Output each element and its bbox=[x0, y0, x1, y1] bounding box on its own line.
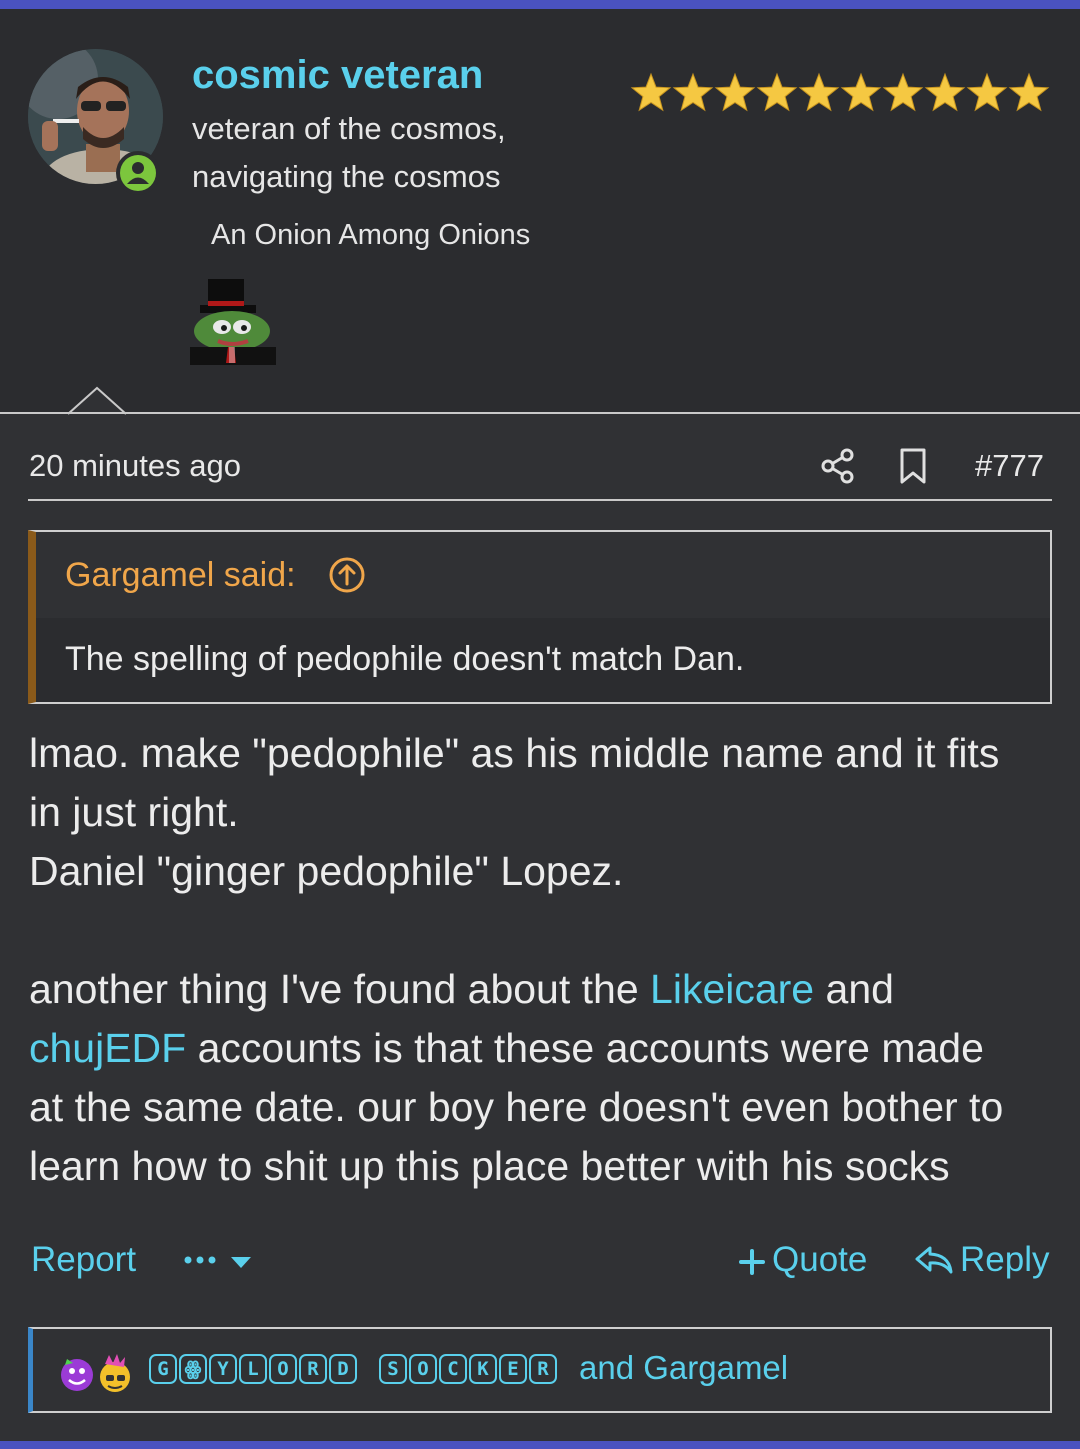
name-letter-badge: R bbox=[529, 1354, 557, 1384]
name-letter-badge: K bbox=[469, 1354, 497, 1384]
quote-button[interactable]: Quote bbox=[738, 1240, 867, 1280]
message-line: chujEDF accounts is that these accounts … bbox=[29, 1019, 1049, 1078]
post-message: lmao. make "pedophile" as his middle nam… bbox=[29, 724, 1049, 1196]
quote-header[interactable]: Gargamel said: bbox=[36, 532, 1050, 618]
name-letter-badge: E bbox=[499, 1354, 527, 1384]
message-line: in just right. bbox=[29, 789, 239, 835]
name-letter-badge: S bbox=[379, 1354, 407, 1384]
quote-block: Gargamel said: The spelling of pedophile… bbox=[28, 530, 1052, 704]
quote-author[interactable]: Gargamel said: bbox=[65, 556, 296, 595]
post-timestamp[interactable]: 20 minutes ago bbox=[29, 448, 241, 484]
name-letter-badge: G bbox=[149, 1354, 177, 1384]
reaction-emoji-icons bbox=[61, 1354, 130, 1392]
share-icon[interactable] bbox=[818, 446, 858, 486]
user-mention-link[interactable]: chujEDF bbox=[29, 1025, 186, 1071]
message-text: accounts is that these accounts were mad… bbox=[186, 1025, 984, 1071]
circle-arrow-up-icon[interactable] bbox=[328, 556, 366, 594]
header-divider bbox=[0, 412, 1080, 414]
reply-button[interactable]: Reply bbox=[914, 1240, 1049, 1280]
frog-badge-image bbox=[190, 277, 276, 365]
star-icon bbox=[924, 72, 966, 112]
user-icon bbox=[127, 162, 149, 184]
user-banner: An Onion Among Onions bbox=[211, 219, 531, 251]
reaction-users-suffix[interactable]: and Gargamel bbox=[579, 1349, 788, 1387]
name-letter-badge: O bbox=[269, 1354, 297, 1384]
reply-button-label: Reply bbox=[960, 1240, 1050, 1279]
name-letter-badge: O bbox=[409, 1354, 437, 1384]
reaction-user-name-part1[interactable]: GꙮYLORD bbox=[149, 1354, 357, 1384]
message-text: and bbox=[814, 966, 894, 1012]
rating-stars bbox=[630, 72, 1050, 112]
star-icon bbox=[1008, 72, 1050, 112]
quote-text: The spelling of pedophile doesn't match … bbox=[65, 640, 745, 678]
name-letter-badge: Y bbox=[209, 1354, 237, 1384]
quote-button-label: Quote bbox=[772, 1240, 868, 1279]
username[interactable]: cosmic veteran bbox=[192, 53, 483, 98]
top-accent-bar bbox=[0, 0, 1080, 9]
post-number[interactable]: #777 bbox=[975, 448, 1044, 484]
name-letter-badge: ꙮ bbox=[179, 1354, 207, 1384]
star-icon bbox=[714, 72, 756, 112]
bottom-accent-bar bbox=[0, 1441, 1080, 1449]
user-header: cosmic veteran veteran of the cosmos, na… bbox=[0, 9, 1080, 412]
name-letter-badge: L bbox=[239, 1354, 267, 1384]
message-line: Daniel "ginger pedophile" Lopez. bbox=[29, 848, 624, 894]
user-mention-link[interactable]: Likeicare bbox=[650, 966, 814, 1012]
message-line: at the same date. our boy here doesn't e… bbox=[29, 1084, 1004, 1130]
quote-body: The spelling of pedophile doesn't match … bbox=[36, 618, 1050, 702]
name-letter-badge: R bbox=[299, 1354, 327, 1384]
plus-icon bbox=[739, 1249, 765, 1275]
star-icon bbox=[672, 72, 714, 112]
star-icon bbox=[840, 72, 882, 112]
reaction-user-name-part2[interactable]: SOCKER bbox=[379, 1354, 557, 1384]
user-title-line2: navigating the cosmos bbox=[192, 159, 501, 194]
star-icon bbox=[882, 72, 924, 112]
more-options-button[interactable] bbox=[184, 1248, 256, 1276]
star-icon bbox=[798, 72, 840, 112]
message-text: another thing I've found about the bbox=[29, 966, 651, 1012]
name-letter-badge: D bbox=[329, 1354, 357, 1384]
reactions-bar[interactable]: GꙮYLORD SOCKER and Gargamel bbox=[28, 1327, 1052, 1413]
star-icon bbox=[966, 72, 1008, 112]
name-letter-badge: C bbox=[439, 1354, 467, 1384]
user-title-line1: veteran of the cosmos, bbox=[192, 111, 506, 146]
report-button[interactable]: Report bbox=[31, 1240, 136, 1280]
star-icon bbox=[630, 72, 672, 112]
post-meta-divider bbox=[28, 499, 1052, 501]
reply-arrow-icon bbox=[915, 1246, 953, 1274]
message-line: another thing I've found about the Likei… bbox=[29, 960, 1049, 1019]
star-icon bbox=[756, 72, 798, 112]
message-line: lmao. make "pedophile" as his middle nam… bbox=[29, 730, 1000, 776]
online-status-indicator bbox=[116, 151, 160, 195]
bookmark-icon[interactable] bbox=[897, 446, 929, 486]
message-line: learn how to shit up this place better w… bbox=[29, 1143, 950, 1189]
